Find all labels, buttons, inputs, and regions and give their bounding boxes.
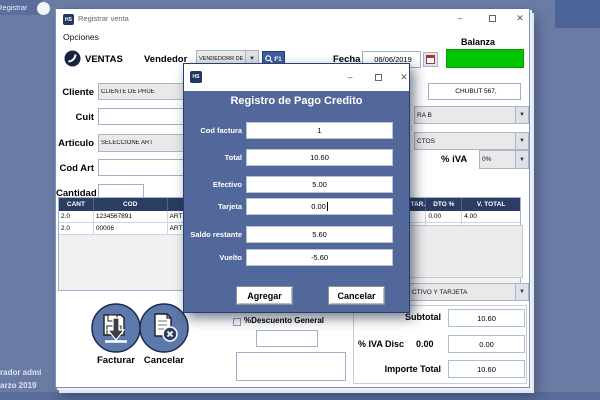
cancelar-label[interactable]: Cancelar — [132, 355, 196, 366]
col-dto: DTO % — [426, 198, 462, 211]
articulo-label: Articulo — [56, 138, 94, 149]
descuento-checkbox[interactable] — [233, 318, 241, 326]
cliente-label: Cliente — [56, 87, 94, 98]
background-window-icon — [37, 2, 50, 15]
descuento-label: %Descuento General — [244, 316, 324, 325]
minimize-button[interactable]: – — [452, 11, 468, 26]
dialog-cancelar-button[interactable]: Cancelar — [328, 286, 385, 305]
registro-pago-credito-dialog: HS – ✕ Registro de Pago Credito Cod fact… — [183, 63, 410, 313]
articulo-select[interactable]: SELECCIONE ART — [98, 134, 186, 152]
calendar-icon — [426, 55, 435, 64]
vendedor-label: Vendedor — [144, 54, 187, 65]
subtotal-label: Subtotal — [336, 312, 441, 322]
saldo-restante-input[interactable]: 5.60 — [246, 226, 393, 243]
efectivo-input[interactable]: 5.00 — [246, 176, 393, 193]
efectivo-label: Efectivo — [186, 180, 242, 189]
cod-factura-label: Cod factura — [186, 126, 242, 135]
text-cursor — [327, 202, 328, 211]
total-input[interactable]: 10.60 — [246, 149, 393, 166]
dialog-close-button[interactable]: ✕ — [396, 70, 412, 85]
iva-value: 0% — [480, 156, 515, 163]
categoria-select[interactable]: RA B ▼ — [414, 106, 529, 124]
balanza-label: Balanza — [461, 37, 495, 47]
cod-art-label: Cod Art — [56, 163, 94, 174]
menu-opciones[interactable]: Opciones — [63, 32, 99, 42]
col-cod: COD — [94, 198, 168, 211]
window-title: Registrar venta — [78, 13, 129, 24]
cod-art-input[interactable] — [98, 159, 186, 176]
descuento-input[interactable] — [256, 330, 318, 347]
operator-name-text: rador admi — [0, 368, 41, 377]
dialog-title: Registro de Pago Credito — [184, 95, 409, 107]
search-icon — [265, 55, 273, 63]
dialog-icon: HS — [190, 71, 202, 83]
chevron-down-icon[interactable]: ▼ — [515, 133, 528, 149]
cliente-value: CLIENTE DE PRUE — [99, 89, 185, 95]
facturar-button-icon[interactable] — [90, 302, 142, 354]
iva-select[interactable]: 0% ▼ — [479, 150, 529, 169]
payment-list — [409, 225, 523, 278]
cuit-input[interactable] — [98, 108, 186, 125]
cod-factura-input[interactable]: 1 — [246, 122, 393, 139]
maximize-button[interactable] — [484, 11, 500, 26]
importe-total-label: Importe Total — [336, 364, 441, 374]
direccion-input[interactable]: CHUBUT 567, — [428, 83, 521, 100]
col-vtotal: V. TOTAL — [462, 198, 520, 211]
col-cant: CANT — [59, 198, 94, 211]
operator-date-text: arzo 2019 — [0, 381, 36, 390]
window-icon: HS — [63, 14, 74, 25]
categoria-value: RA B — [415, 112, 515, 119]
iva-disc-value: 0.00 — [448, 335, 525, 353]
calendar-button[interactable] — [423, 52, 438, 67]
ventas-label: VENTAS — [85, 54, 123, 65]
importe-total-value: 10.60 — [448, 360, 525, 378]
dialog-maximize-button[interactable] — [370, 70, 386, 85]
col-tar: TAR... — [410, 198, 426, 211]
vendedor-value: VENDEDORR DE PRUEBA — [197, 56, 245, 62]
chevron-down-icon[interactable]: ▼ — [515, 107, 528, 123]
iva-disc-static: 0.00 — [416, 339, 434, 349]
dialog-minimize-button[interactable]: – — [342, 70, 358, 85]
ventas-icon — [64, 50, 81, 67]
iva-disc-label: % IVA Disc — [358, 339, 404, 349]
background-window-title: Registrar — [0, 0, 42, 15]
notes-box[interactable] — [236, 352, 346, 381]
agregar-button[interactable]: Agregar — [236, 286, 293, 305]
articulo-value: SELECCIONE ART — [99, 140, 185, 146]
balanza-display — [446, 49, 524, 68]
tarjeta-input[interactable]: 0.00 — [246, 198, 393, 215]
total-label: Total — [186, 153, 242, 162]
saldo-restante-label: Saldo restante — [186, 230, 242, 239]
taskbar-edge — [0, 392, 600, 400]
close-button[interactable]: ✕ — [512, 11, 528, 26]
forma-pago-select[interactable]: CTIVO Y TARJETA ▼ — [409, 283, 529, 301]
iva-label: % iVA — [441, 154, 467, 165]
chevron-down-icon[interactable]: ▼ — [515, 151, 528, 168]
f1-label: F1 — [274, 56, 282, 63]
chevron-down-icon[interactable]: ▼ — [515, 284, 528, 300]
tarjeta-label: Tarjeta — [186, 202, 242, 211]
vuelto-label: Vuelto — [186, 253, 242, 262]
background-window-fragment — [555, 0, 600, 28]
rubro-select[interactable]: CTOS ▼ — [414, 132, 529, 150]
cliente-select[interactable]: CLIENTE DE PRUE — [98, 83, 186, 100]
dialog-titlebar: HS – ✕ — [184, 64, 409, 91]
vuelto-input[interactable]: -5.60 — [246, 249, 393, 266]
subtotal-value: 10.60 — [448, 309, 525, 327]
forma-pago-value: CTIVO Y TARJETA — [410, 289, 515, 296]
cuit-label: Cuit — [56, 112, 94, 123]
rubro-value: CTOS — [415, 138, 515, 145]
